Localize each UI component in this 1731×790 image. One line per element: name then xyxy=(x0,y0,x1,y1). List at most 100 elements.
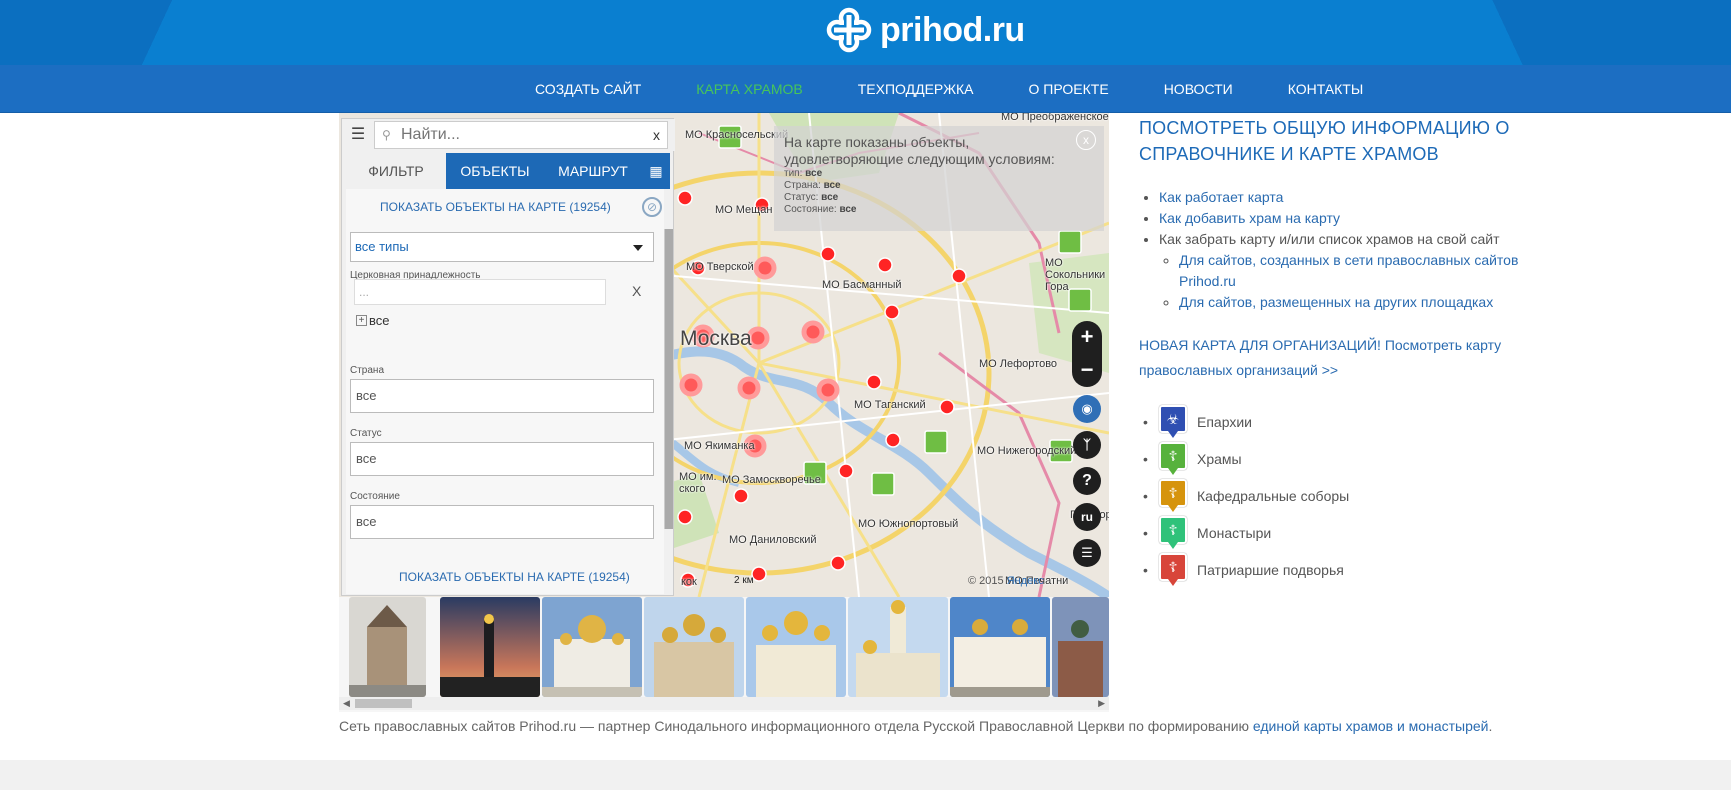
church-photo[interactable] xyxy=(848,597,948,697)
type-select[interactable]: все типы xyxy=(350,232,654,262)
show-objects-link-top[interactable]: ПОКАЗАТЬ ОБЪЕКТЫ НА КАРТЕ (19254) xyxy=(380,200,611,214)
search-clear-button[interactable]: x xyxy=(653,127,660,143)
map-filter-info: На карте показаны объекты, удовлетворяющ… xyxy=(774,126,1104,231)
filter-panel: ☰ ⚲ x ФИЛЬТР ОБЪЕКТЫ МАРШРУТ ▦ ПОКАЗАТЬ … xyxy=(341,118,675,596)
map-label: МО Басманный xyxy=(822,279,902,291)
zoom-control: + − xyxy=(1072,321,1102,387)
map-label: МО Якиманка xyxy=(684,440,755,452)
diocese-icon: ☣ xyxy=(1159,404,1187,439)
state-field[interactable]: все xyxy=(350,505,654,539)
church-photo[interactable] xyxy=(1052,597,1109,697)
status-label: Статус xyxy=(350,428,382,439)
yandex-link[interactable]: Яндекс xyxy=(1007,575,1044,587)
tab-route[interactable]: МАРШРУТ xyxy=(544,153,642,189)
how-add-church-link[interactable]: Как добавить храм на карту xyxy=(1159,210,1340,226)
help-links: Как работает карта Как добавить храм на … xyxy=(1159,187,1549,313)
info-title-link[interactable]: ПОСМОТРЕТЬ ОБЩУЮ ИНФОРМАЦИЮ О СПРАВОЧНИК… xyxy=(1139,115,1519,167)
filter-form: ПОКАЗАТЬ ОБЪЕКТЫ НА КАРТЕ (19254) ⊘ все … xyxy=(346,189,664,594)
chevron-down-icon xyxy=(633,245,643,251)
nav-support[interactable]: ТЕХПОДДЕРЖКА xyxy=(858,81,974,97)
search-box: ⚲ x xyxy=(374,121,668,149)
main-nav: СОЗДАТЬ САЙТ КАРТА ХРАМОВ ТЕХПОДДЕРЖКА О… xyxy=(0,65,1731,113)
legend-item: ☦ Монастыри xyxy=(1143,514,1349,551)
church-photo[interactable] xyxy=(950,597,1050,697)
prihod-sites-link[interactable]: Для сайтов, созданных в сети православны… xyxy=(1179,252,1518,289)
temple-icon: ☦ xyxy=(1159,441,1187,476)
info-condition: тип: все xyxy=(784,168,823,179)
zoom-out-button[interactable]: − xyxy=(1072,354,1102,387)
language-button[interactable]: ru xyxy=(1073,503,1101,531)
panel-tabs: ФИЛЬТР ОБЪЕКТЫ МАРШРУТ ▦ xyxy=(346,153,670,189)
show-objects-link-bottom[interactable]: ПОКАЗАТЬ ОБЪЕКТЫ НА КАРТЕ (19254) xyxy=(399,570,630,584)
church-clear-button[interactable]: X xyxy=(632,283,641,299)
prihod-cross-icon xyxy=(826,7,872,53)
list-item: Как работает карта xyxy=(1159,187,1549,208)
map-label: МО Таганский xyxy=(854,399,926,411)
map-label: МО Лефортово xyxy=(979,358,1058,370)
list-item: Для сайтов, созданных в сети православны… xyxy=(1179,250,1549,292)
nav-about[interactable]: О ПРОЕКТЕ xyxy=(1029,81,1109,97)
photo-strip: ◀ ▶ xyxy=(339,597,1109,712)
map-label: МО Мещан xyxy=(715,204,773,216)
legend-item: ☦ Храмы xyxy=(1143,440,1349,477)
map-label: МО Южнопортовый xyxy=(858,518,959,530)
header-decoration-left xyxy=(0,0,400,65)
church-tree-item[interactable]: + все xyxy=(356,313,390,328)
info-close-button[interactable]: x xyxy=(1076,130,1096,150)
panel-scrollbar[interactable] xyxy=(664,229,674,529)
tab-objects[interactable]: ОБЪЕКТЫ xyxy=(446,153,544,189)
nav-news[interactable]: НОВОСТИ xyxy=(1164,81,1233,97)
unified-map-link[interactable]: единой карты храмов и монастырей xyxy=(1253,718,1489,734)
nav-contacts[interactable]: КОНТАКТЫ xyxy=(1288,81,1364,97)
country-field[interactable]: все xyxy=(350,379,654,413)
photo-strip-scrollbar[interactable]: ◀ ▶ xyxy=(339,697,1109,710)
help-button[interactable]: ? xyxy=(1073,467,1101,495)
map-scale: 2 км xyxy=(734,575,754,586)
info-condition: Страна: все xyxy=(784,180,841,191)
monastery-icon: ☦ xyxy=(1159,515,1187,550)
search-row: ☰ ⚲ x xyxy=(342,119,675,151)
map-copyright: © 2015 Яндекс xyxy=(968,575,1044,587)
search-icon: ⚲ xyxy=(382,128,391,142)
church-photo[interactable] xyxy=(746,597,846,697)
legend-item: ☦ Кафедральные соборы xyxy=(1143,477,1349,514)
how-map-works-link[interactable]: Как работает карта xyxy=(1159,189,1283,205)
church-photo[interactable] xyxy=(349,597,426,697)
map-label: ского xyxy=(679,483,706,495)
legend-item: ☣ Епархии xyxy=(1143,403,1349,440)
scroll-right-arrow-icon[interactable]: ▶ xyxy=(1098,698,1105,709)
scroll-left-arrow-icon[interactable]: ◀ xyxy=(343,698,350,709)
state-label: Состояние xyxy=(350,491,400,502)
map-label: кок xyxy=(681,576,697,588)
reset-filter-icon[interactable]: ⊘ xyxy=(642,197,662,217)
organizations-map-link[interactable]: НОВАЯ КАРТА ДЛЯ ОРГАНИЗАЦИЙ! Посмотреть … xyxy=(1139,333,1519,383)
list-item: Для сайтов, размещенных на других площад… xyxy=(1179,292,1549,313)
site-logo[interactable]: prihod.ru xyxy=(826,5,1025,55)
map-label: МО Тверской xyxy=(686,261,754,273)
layers-icon[interactable]: ☰ xyxy=(1073,539,1101,567)
info-condition: Состояние: все xyxy=(784,204,857,215)
info-condition: Статус: все xyxy=(784,192,839,203)
route-icon[interactable]: ᛉ xyxy=(1073,431,1101,459)
other-sites-link[interactable]: Для сайтов, размещенных на других площад… xyxy=(1179,294,1493,310)
church-photo[interactable] xyxy=(542,597,642,697)
map-list-icon[interactable]: ▦ xyxy=(642,153,670,189)
nav-create-site[interactable]: СОЗДАТЬ САЙТ xyxy=(535,81,641,97)
list-item: Как забрать карту и/или список храмов на… xyxy=(1159,229,1549,313)
map-label: МО Нижегородский xyxy=(977,445,1077,457)
menu-icon[interactable]: ☰ xyxy=(347,124,369,146)
tab-filter[interactable]: ФИЛЬТР xyxy=(346,153,446,189)
camera-icon[interactable]: ◉ xyxy=(1073,395,1101,423)
nav-church-map[interactable]: КАРТА ХРАМОВ xyxy=(696,81,802,97)
church-photo[interactable] xyxy=(440,597,540,697)
map-label-moscow: Москва xyxy=(680,327,752,350)
expand-icon[interactable]: + xyxy=(356,315,367,326)
country-label: Страна xyxy=(350,365,385,376)
church-input[interactable]: ... xyxy=(354,279,606,305)
zoom-in-button[interactable]: + xyxy=(1072,321,1102,354)
search-input[interactable] xyxy=(401,125,641,145)
status-field[interactable]: все xyxy=(350,442,654,476)
map-legend: ☣ Епархии ☦ Храмы ☦ Кафедральные соборы … xyxy=(1143,403,1349,588)
church-photo[interactable] xyxy=(644,597,744,697)
legend-item: ☦ Патриаршие подворья xyxy=(1143,551,1349,588)
